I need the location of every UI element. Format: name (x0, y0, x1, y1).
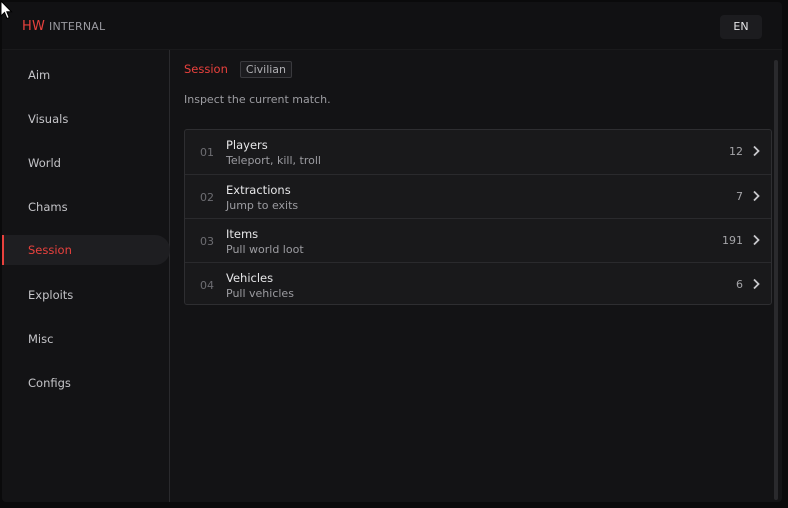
chevron-right-icon (753, 190, 760, 202)
sidebar-item-chams[interactable]: Chams (2, 192, 170, 222)
app-window: HW INTERNAL EN Aim Visuals World Chams S… (2, 2, 782, 502)
row-title: Vehicles (226, 271, 274, 285)
row-subtitle: Teleport, kill, troll (226, 154, 321, 167)
row-count: 191 (722, 234, 743, 247)
status-badge: Civilian (239, 60, 293, 78)
row-number: 04 (200, 279, 214, 292)
language-button[interactable]: EN (720, 15, 762, 39)
sidebar-item-world[interactable]: World (2, 148, 170, 178)
session-list: 01 Players Teleport, kill, troll 12 02 E… (184, 129, 772, 305)
brand-hw: HW (22, 19, 46, 34)
row-number: 03 (200, 235, 214, 248)
row-subtitle: Jump to exits (226, 199, 299, 212)
sidebar-item-aim[interactable]: Aim (2, 60, 170, 90)
row-title: Items (226, 227, 259, 241)
chevron-right-icon (753, 234, 760, 246)
row-count: 12 (729, 145, 743, 158)
main-panel: Session Civilian Inspect the current mat… (171, 50, 782, 502)
title-bar: HW INTERNAL EN (2, 2, 782, 50)
chevron-right-icon (753, 278, 760, 290)
row-count: 6 (736, 278, 743, 291)
list-item-players[interactable]: 01 Players Teleport, kill, troll 12 (185, 130, 771, 174)
breadcrumb: Session Civilian (184, 60, 293, 78)
sidebar: Aim Visuals World Chams Session Exploits… (2, 50, 170, 502)
sidebar-item-exploits[interactable]: Exploits (2, 280, 170, 310)
list-item-extractions[interactable]: 02 Extractions Jump to exits 7 (185, 174, 771, 218)
page-description: Inspect the current match. (184, 93, 331, 106)
row-subtitle: Pull world loot (226, 243, 304, 256)
sidebar-item-configs[interactable]: Configs (2, 368, 170, 398)
row-title: Extractions (226, 183, 291, 197)
list-item-vehicles[interactable]: 04 Vehicles Pull vehicles 6 (185, 262, 771, 306)
sidebar-item-misc[interactable]: Misc (2, 324, 170, 354)
row-title: Players (226, 138, 268, 152)
brand-logo: HW INTERNAL (22, 19, 105, 34)
row-subtitle: Pull vehicles (226, 287, 294, 300)
mouse-pointer-icon (0, 0, 13, 20)
row-number: 01 (200, 146, 214, 159)
breadcrumb-current: Session (184, 62, 228, 76)
sidebar-item-session[interactable]: Session (2, 235, 170, 265)
brand-internal: INTERNAL (49, 20, 106, 33)
row-count: 7 (736, 190, 743, 203)
list-item-items[interactable]: 03 Items Pull world loot 191 (185, 218, 771, 262)
sidebar-item-visuals[interactable]: Visuals (2, 104, 170, 134)
scrollbar[interactable] (774, 60, 778, 500)
chevron-right-icon (753, 145, 760, 157)
row-number: 02 (200, 191, 214, 204)
